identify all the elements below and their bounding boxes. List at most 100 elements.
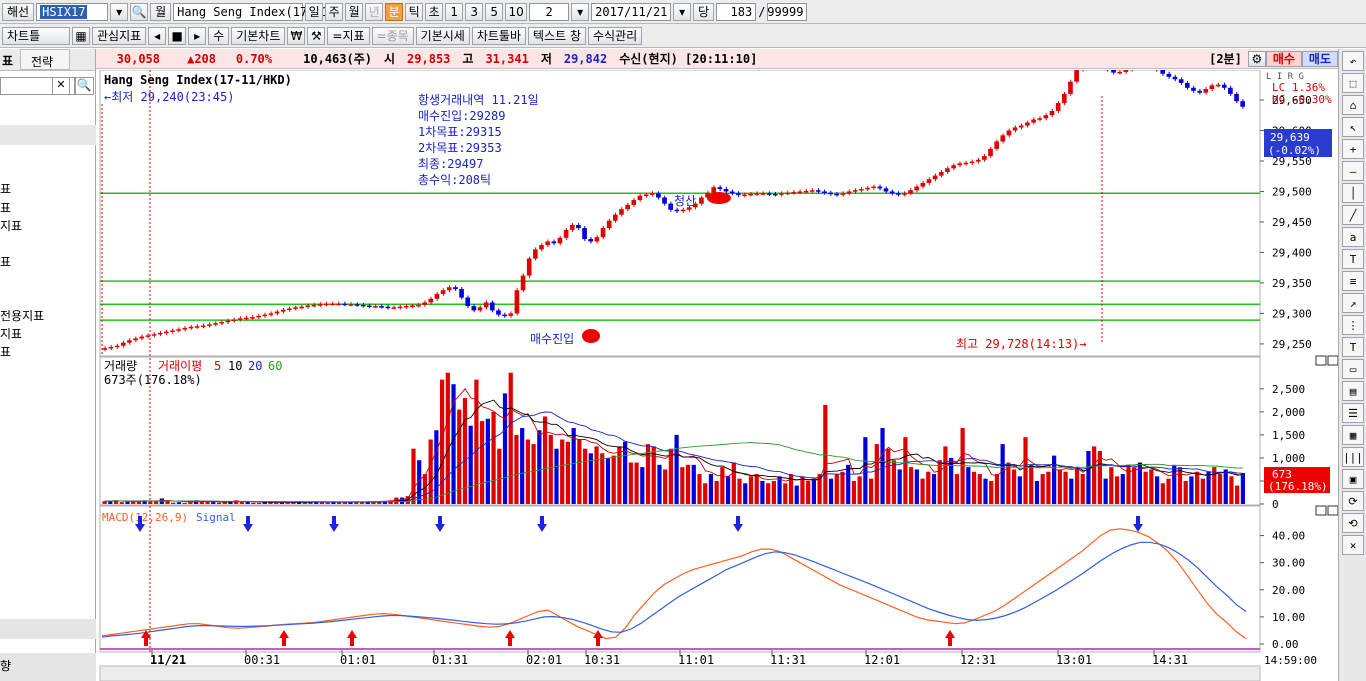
period-tab[interactable]: 월: [345, 2, 364, 21]
select-icon[interactable]: ⬚: [1342, 73, 1364, 93]
table-icon[interactable]: ▤: [1342, 381, 1364, 401]
left-item[interactable]: 지표: [0, 217, 22, 234]
signal-title: Signal: [196, 511, 236, 524]
left-tab-strategy[interactable]: 전략: [20, 49, 70, 70]
up-arrow-stem: [350, 638, 354, 646]
redo-icon[interactable]: ⟲: [1342, 513, 1364, 533]
settings-gear-icon[interactable]: ⚙: [1247, 50, 1266, 67]
minute-option[interactable]: 1: [445, 2, 464, 21]
volume-pane-minimize-icon[interactable]: [1315, 355, 1327, 366]
volume-bar: [485, 418, 490, 504]
indicator-button[interactable]: =지표: [327, 26, 370, 45]
interval-dropdown-icon[interactable]: ▾: [571, 2, 590, 21]
volume-bar: [182, 502, 187, 504]
search-icon[interactable]: 🔍: [130, 2, 149, 21]
buy-button[interactable]: 매수: [1265, 50, 1302, 67]
manual-button[interactable]: 수: [208, 26, 230, 45]
candle-body: [760, 193, 766, 195]
text-box-icon[interactable]: T: [1342, 337, 1364, 357]
period-tab[interactable]: 분: [385, 2, 404, 21]
period-tab[interactable]: 년: [365, 2, 384, 21]
list-icon[interactable]: ☰: [1342, 403, 1364, 423]
save-icon[interactable]: ▦: [72, 26, 90, 45]
period-tab[interactable]: 초: [425, 2, 444, 21]
period-tab[interactable]: 일: [305, 2, 324, 21]
cycle-icon[interactable]: ⋮: [1342, 315, 1364, 335]
text-icon[interactable]: T: [1342, 249, 1364, 269]
crosshair-icon[interactable]: +: [1342, 139, 1364, 159]
candle-body: [348, 304, 354, 306]
trendline-icon[interactable]: ╱: [1342, 205, 1364, 225]
code-input[interactable]: HSIX17: [36, 2, 109, 21]
left-tab-table[interactable]: 표: [0, 49, 20, 70]
time-tick-label: 12:31: [960, 653, 996, 667]
minute-option[interactable]: 10: [505, 2, 528, 21]
chart-toolbar-button[interactable]: 차트툴바: [471, 26, 527, 45]
window-icon[interactable]: ▣: [1342, 469, 1364, 489]
max-count-input[interactable]: 99999: [767, 2, 808, 21]
date-input[interactable]: 2017/11/21: [591, 2, 672, 21]
formula-button[interactable]: 수식관리: [588, 26, 643, 45]
currency-button[interactable]: ₩: [287, 26, 306, 45]
hline-icon[interactable]: —: [1342, 161, 1364, 181]
candle-body: [643, 194, 649, 197]
volume-bar: [663, 469, 668, 504]
next-icon[interactable]: ▸: [188, 26, 207, 45]
sell-button[interactable]: 매도: [1301, 50, 1338, 67]
symbol-button[interactable]: =종목: [371, 26, 414, 45]
basic-chart-button[interactable]: 기본차트: [231, 26, 286, 45]
home-icon[interactable]: ⌂: [1342, 95, 1364, 115]
auto-icon[interactable]: a: [1342, 227, 1364, 247]
interval-input[interactable]: 2: [529, 2, 570, 21]
grid-icon[interactable]: ▦: [1342, 425, 1364, 445]
prev-icon[interactable]: ◂: [148, 26, 167, 45]
trade-note-line: 2차목표:29353: [418, 141, 502, 155]
left-item[interactable]: 지표: [0, 325, 22, 342]
delete-icon[interactable]: ✕: [1342, 535, 1364, 555]
arrow-icon[interactable]: ↗: [1342, 293, 1364, 313]
left-item[interactable]: 표: [0, 180, 11, 197]
stop-icon[interactable]: ■: [168, 26, 187, 45]
macd-pane-close-icon[interactable]: [1327, 505, 1338, 516]
volume-bar: [1149, 469, 1154, 504]
left-item[interactable]: 표: [0, 199, 11, 216]
fibo-icon[interactable]: ≡: [1342, 271, 1364, 291]
chart-area[interactable]: 29,25029,30029,35029,40029,45029,50029,5…: [96, 70, 1338, 681]
refresh-icon[interactable]: ⟳: [1342, 491, 1364, 511]
chart-scrollbar[interactable]: [99, 665, 1261, 681]
market-select-button[interactable]: 해선: [2, 2, 35, 21]
vline-icon[interactable]: │: [1342, 183, 1364, 203]
left-item[interactable]: 표: [0, 343, 11, 360]
left-bottom-item[interactable]: 향: [0, 653, 96, 681]
undo-icon[interactable]: ↶: [1342, 51, 1364, 71]
volume-pane-close-icon[interactable]: [1327, 355, 1338, 366]
clear-icon[interactable]: ✕: [52, 77, 70, 95]
volume-title: 거래량: [104, 359, 137, 373]
chart-frame-button[interactable]: 차트틀: [2, 26, 70, 45]
minute-option[interactable]: 3: [465, 2, 484, 21]
date-dropdown-icon[interactable]: ▾: [673, 2, 692, 21]
tool-icon[interactable]: ⚒: [307, 26, 326, 45]
count-input[interactable]: 183: [716, 2, 757, 21]
candle-body: [280, 309, 286, 312]
bars-icon[interactable]: |||: [1342, 447, 1364, 467]
time-tick-label: 12:01: [864, 653, 900, 667]
box-icon[interactable]: ▭: [1342, 359, 1364, 379]
minute-option[interactable]: 5: [485, 2, 504, 21]
dropdown-arrow-icon[interactable]: ▾: [110, 2, 129, 21]
pointer-icon[interactable]: ↖: [1342, 117, 1364, 137]
period-tab[interactable]: 주: [325, 2, 344, 21]
text-window-button[interactable]: 텍스트 창: [528, 26, 586, 45]
period-tab[interactable]: 틱: [405, 2, 424, 21]
volume-bar: [983, 478, 988, 504]
basic-quote-button[interactable]: 기본시세: [415, 26, 470, 45]
search-icon[interactable]: 🔍: [74, 77, 94, 95]
macd-pane-minimize-icon[interactable]: [1315, 505, 1327, 516]
left-item[interactable]: 표: [0, 253, 11, 270]
volume-bar: [834, 474, 839, 504]
left-item[interactable]: 전용지표: [0, 307, 44, 324]
favorite-indicator-button[interactable]: 관심지표: [92, 26, 147, 45]
dang-button[interactable]: 당: [693, 2, 715, 21]
volume-bar: [428, 439, 433, 504]
month-button[interactable]: 월: [150, 2, 172, 21]
